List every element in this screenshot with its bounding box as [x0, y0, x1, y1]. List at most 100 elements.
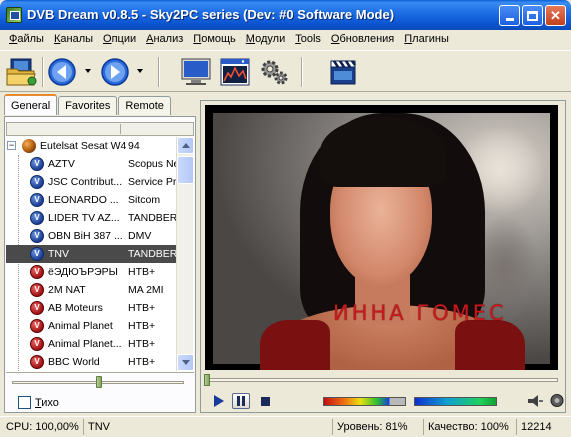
- channel-row[interactable]: V Animal Planet... HTB+: [6, 335, 176, 353]
- channel-provider: HTB+: [128, 338, 156, 350]
- menu-bar: Файлы Каналы Опции Анализ Помощь Модули …: [0, 30, 571, 49]
- chevron-up-icon: [181, 143, 190, 148]
- satellite-row[interactable]: − Eutelsat Sesat W4 94: [6, 137, 176, 155]
- menu-files[interactable]: Файлы: [4, 30, 49, 49]
- play-icon: [214, 395, 224, 407]
- menu-tools[interactable]: Tools: [290, 30, 326, 49]
- window-title: DVB Dream v0.8.5 - Sky2PC series (Dev: #…: [27, 7, 395, 22]
- channel-provider: MA 2MI: [128, 284, 164, 296]
- channel-provider: HTB+: [128, 266, 156, 278]
- channel-name: ёЭДЮЪРЭРЫ: [48, 266, 118, 278]
- channel-name: BBC World: [48, 356, 100, 368]
- channel-provider: DMV: [128, 230, 152, 242]
- menu-help[interactable]: Помощь: [188, 30, 241, 49]
- channel-v-icon: V: [30, 229, 44, 243]
- scroll-thumb[interactable]: [177, 156, 194, 184]
- channel-v-icon: V: [30, 211, 44, 225]
- mute-speaker-icon[interactable]: [550, 393, 564, 408]
- clapperboard-icon[interactable]: [326, 55, 360, 89]
- channel-scrollbar[interactable]: [176, 137, 194, 371]
- menu-plugins[interactable]: Плагины: [399, 30, 454, 49]
- tab-favorites[interactable]: Favorites: [58, 96, 118, 115]
- channel-name: JSC Contribut...: [48, 176, 123, 188]
- title-bar[interactable]: DVB Dream v0.8.5 - Sky2PC series (Dev: #…: [0, 0, 571, 30]
- back-icon[interactable]: [45, 55, 79, 89]
- app-icon[interactable]: [6, 7, 22, 23]
- signal-quality-bar: [414, 397, 497, 406]
- toolbar: [0, 50, 571, 92]
- channel-v-icon: V: [30, 265, 44, 279]
- back-dropdown-arrow[interactable]: [85, 69, 91, 73]
- menu-modules[interactable]: Модули: [241, 30, 290, 49]
- channel-row[interactable]: V LIDER TV AZ... TANDBERG: [6, 209, 176, 227]
- signal-level-bar: [323, 397, 406, 406]
- channel-provider: Service Pro: [128, 176, 176, 188]
- volume-slider-thumb[interactable]: [96, 376, 102, 388]
- status-cpu: CPU: 100,00%: [6, 421, 79, 433]
- settings-gears-icon[interactable]: [257, 55, 291, 89]
- channel-provider: Sitcom: [128, 194, 161, 206]
- channel-name: AZTV: [48, 158, 75, 170]
- channel-row[interactable]: V BBC World HTB+: [6, 353, 176, 371]
- channel-provider: HTB+: [128, 320, 156, 332]
- channel-row[interactable]: V Animal Planet HTB+: [6, 317, 176, 335]
- quiet-checkbox-label[interactable]: Тихо: [35, 397, 59, 409]
- video-display[interactable]: ИННА ГОМЕС: [205, 105, 558, 370]
- spectrum-window-icon[interactable]: [218, 55, 252, 89]
- status-quality: Качество: 100%: [423, 419, 516, 435]
- close-button[interactable]: ✕: [545, 5, 566, 26]
- channel-provider: HTB+: [128, 302, 156, 314]
- play-button[interactable]: [210, 393, 228, 409]
- scroll-up-button[interactable]: [177, 137, 194, 154]
- stop-button[interactable]: [256, 393, 274, 409]
- tab-remote[interactable]: Remote: [118, 96, 171, 115]
- channel-v-icon: V: [30, 157, 44, 171]
- channel-row[interactable]: V LEONARDO ... Sitcom: [6, 191, 176, 209]
- channel-name: TNV: [48, 248, 69, 260]
- pause-button[interactable]: [232, 393, 250, 409]
- speaker-icon[interactable]: [527, 394, 543, 408]
- open-folder-icon[interactable]: [4, 55, 38, 89]
- toolbar-separator: [158, 57, 160, 87]
- collapse-icon[interactable]: −: [7, 141, 16, 150]
- menu-options[interactable]: Опции: [98, 30, 141, 49]
- channel-v-icon: V: [30, 301, 44, 315]
- satellite-icon: [22, 139, 36, 153]
- channel-name: LEONARDO ...: [48, 194, 119, 206]
- satellite-value: 94: [128, 140, 140, 152]
- channel-row[interactable]: V ёЭДЮЪРЭРЫ HTB+: [6, 263, 176, 281]
- monitor-icon[interactable]: [179, 55, 213, 89]
- channel-row[interactable]: V AZTV Scopus Net: [6, 155, 176, 173]
- minimize-button[interactable]: [499, 5, 520, 26]
- forward-dropdown-arrow[interactable]: [137, 69, 143, 73]
- toolbar-separator: [42, 57, 44, 87]
- column-divider[interactable]: [120, 124, 121, 134]
- status-level: Уровень: 81%: [332, 419, 418, 435]
- channel-name: Animal Planet...: [48, 338, 122, 350]
- channel-tree[interactable]: − Eutelsat Sesat W4 94 V AZTV Scopus Net…: [6, 137, 176, 371]
- seek-thumb[interactable]: [204, 374, 210, 386]
- scroll-down-button[interactable]: [177, 354, 194, 371]
- channel-name: Animal Planet: [48, 320, 113, 332]
- chevron-down-icon: [181, 360, 190, 365]
- menu-channels[interactable]: Каналы: [49, 30, 98, 49]
- status-bar: CPU: 100,00% TNV Уровень: 81% Качество: …: [0, 416, 571, 437]
- channel-row[interactable]: V JSC Contribut... Service Pro: [6, 173, 176, 191]
- video-clothing: [455, 320, 525, 370]
- channel-row[interactable]: V AB Moteurs HTB+: [6, 299, 176, 317]
- channel-provider: TANDBERG: [128, 212, 176, 224]
- quiet-checkbox[interactable]: [18, 396, 31, 409]
- menu-analysis[interactable]: Анализ: [141, 30, 188, 49]
- forward-icon[interactable]: [98, 55, 132, 89]
- maximize-icon: [527, 10, 538, 21]
- pause-icon: [237, 396, 245, 406]
- status-code: 12214: [516, 419, 571, 435]
- list-header[interactable]: [6, 122, 194, 136]
- channel-row[interactable]: V OBN BiH 387 ... DMV: [6, 227, 176, 245]
- channel-row-selected[interactable]: V TNV TANDBERG: [6, 245, 176, 263]
- menu-updates[interactable]: Обновления: [326, 30, 399, 49]
- seek-bar[interactable]: [206, 378, 558, 382]
- tab-general[interactable]: General: [4, 94, 58, 115]
- channel-row[interactable]: V 2M NAT MA 2MI: [6, 281, 176, 299]
- maximize-button[interactable]: [522, 5, 543, 26]
